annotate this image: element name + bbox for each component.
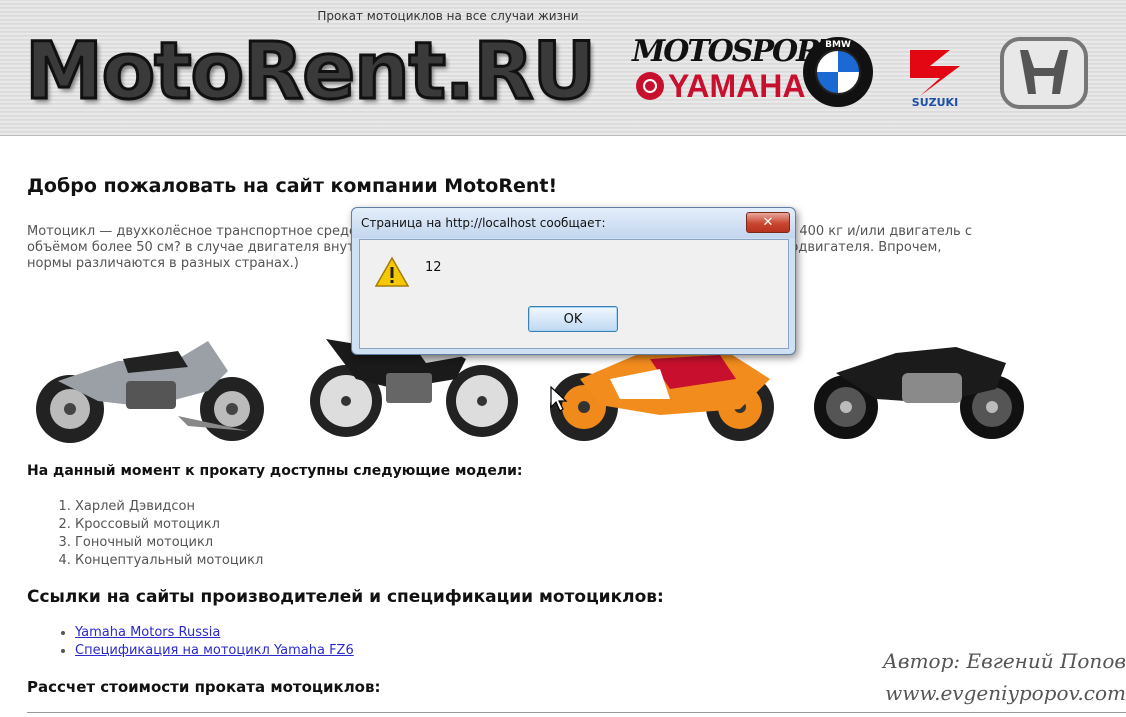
honda-logo-icon [1000,37,1088,109]
models-list: Харлей Дэвидсон Кроссовый мотоцикл Гоноч… [27,498,263,570]
warning-icon [374,256,410,287]
bmw-logo-icon: BMW [803,37,873,107]
author-name: Автор: Евгений Попов [882,649,1126,673]
page-title: Добро пожаловать на сайт компании MotoRe… [27,175,558,197]
list-item: Гоночный мотоцикл [75,534,263,552]
list-item: Спецификация на мотоцикл Yamaha FZ6 [75,642,354,660]
dialog-title: Страница на http://localhost сообщает: [361,216,606,230]
yamaha-russia-link[interactable]: Yamaha Motors Russia [75,625,220,640]
dialog-titlebar[interactable]: Страница на http://localhost сообщает: ✕ [352,208,795,238]
list-item: Харлей Дэвидсон [75,498,263,516]
ok-button[interactable]: OK [528,306,618,332]
alert-dialog: Страница на http://localhost сообщает: ✕… [351,207,796,355]
suzuki-logo-icon: SUZUKI [910,50,960,108]
yamaha-logo-text: YAMAHA [668,67,806,104]
links-heading: Ссылки на сайты производителей и специфи… [27,587,664,607]
list-item: Yamaha Motors Russia [75,624,354,642]
yamaha-logo: YAMAHA [636,68,806,104]
motosport-logo: MOTOSPORT [632,34,841,69]
divider [27,712,1126,713]
author-site: www.evgeniypopov.com [885,681,1126,705]
logo-text: MotoRent.RU [24,26,598,119]
site-header: Прокат мотоциклов на все случаи жизни Mo… [0,0,1126,136]
harley-motorcycle-image [36,341,264,443]
racing-motorcycle-image [550,347,774,441]
author-signature: Автор: Евгений Попов www.evgeniypopov.co… [883,645,1126,709]
dialog-message: 12 [425,260,442,275]
concept-motorcycle-image [814,347,1024,439]
yamaha-emblem-icon [636,72,664,100]
close-button[interactable]: ✕ [746,212,790,233]
yamaha-fz6-spec-link[interactable]: Спецификация на мотоцикл Yamaha FZ6 [75,643,354,658]
list-item: Кроссовый мотоцикл [75,516,263,534]
links-list: Yamaha Motors Russia Спецификация на мот… [27,624,354,660]
cost-heading: Рассчет стоимости проката мотоциклов: [27,678,381,696]
list-item: Концептуальный мотоцикл [75,552,263,570]
dialog-body: 12 OK [359,239,789,349]
svg-text:BMW: BMW [825,40,851,50]
close-icon: ✕ [762,215,774,230]
site-logo[interactable]: MotoRent.RU [24,20,598,124]
available-models-heading: На данный момент к прокату доступны след… [27,463,523,479]
svg-text:SUZUKI: SUZUKI [912,96,958,108]
mouse-cursor-icon [550,386,568,412]
